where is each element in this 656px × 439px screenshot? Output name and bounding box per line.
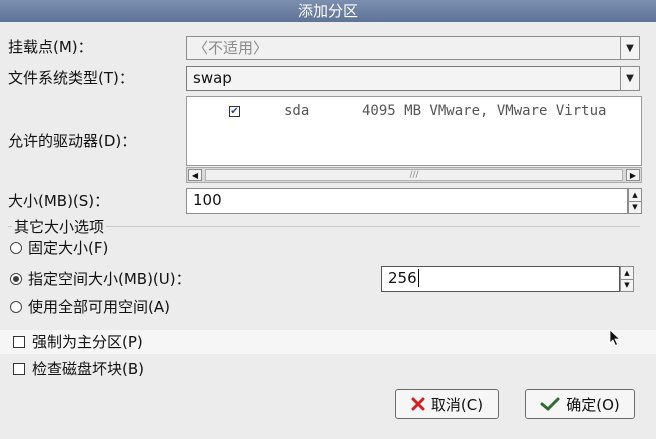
force-primary-checkbox[interactable] <box>13 336 25 348</box>
fs-type-label: 文件系统类型(T)： <box>8 69 134 87</box>
drive-name: sda <box>284 103 310 119</box>
scroll-right-button[interactable]: ▶ <box>626 169 640 181</box>
radio-fixed-size[interactable]: 固定大小(F) <box>8 237 640 259</box>
radio-specify-size[interactable]: 指定空间大小(MB)(U)： <box>8 268 368 290</box>
arrow-left-icon: ◀ <box>191 170 199 180</box>
radio-fill-all[interactable]: 使用全部可用空间(A) <box>8 296 640 318</box>
check-bad-blocks-label: 检查磁盘坏块(B) <box>32 360 144 378</box>
text-caret <box>417 269 419 287</box>
ok-button-label: 确定(O) <box>566 395 620 414</box>
drives-list[interactable]: ✔ sda 4095 MB VMware, VMware Virtua <box>186 96 642 166</box>
spin-down-icon[interactable]: ▼ <box>629 200 641 214</box>
spin-up-icon[interactable]: ▲ <box>621 267 633 279</box>
mount-point-label: 挂载点(M)： <box>8 38 93 56</box>
drives-horizontal-scrollbar[interactable]: ◀ /// ▶ <box>186 167 642 183</box>
scroll-left-button[interactable]: ◀ <box>188 169 202 181</box>
spin-up-icon[interactable]: ▲ <box>629 189 641 201</box>
drives-label: 允许的驱动器(D)： <box>8 132 137 150</box>
scroll-thumb[interactable]: /// <box>205 169 623 181</box>
fs-type-select[interactable]: swap <box>186 66 622 91</box>
fs-type-dropdown-button[interactable]: ▼ <box>620 66 640 91</box>
mouse-pointer-icon <box>609 329 621 347</box>
ok-button[interactable]: 确定(O) <box>525 389 635 419</box>
close-x-icon <box>411 397 425 411</box>
other-size-legend: 其它大小选项 <box>12 216 107 238</box>
radio-selected-dot <box>13 276 19 282</box>
size-spinner[interactable]: ▲ ▼ <box>628 188 642 214</box>
window-title-bar: 添加分区 <box>0 0 656 22</box>
size-label: 大小(MB)(S)： <box>8 192 110 210</box>
radio-fixed-size-control[interactable] <box>10 242 22 254</box>
drive-checkbox[interactable]: ✔ <box>229 106 240 117</box>
table-row[interactable]: ✔ sda 4095 MB VMware, VMware Virtua <box>187 101 641 123</box>
cancel-button[interactable]: 取消(C) <box>395 389 499 419</box>
radio-specify-size-control[interactable] <box>10 273 22 285</box>
window-title: 添加分区 <box>297 2 358 20</box>
force-primary-label: 强制为主分区(P) <box>32 333 143 351</box>
mount-point-dropdown-button[interactable]: ▼ <box>620 36 640 60</box>
max-size-value: 256 <box>388 269 417 287</box>
max-size-spinner[interactable]: ▲ ▼ <box>620 266 634 292</box>
chevron-down-icon: ▼ <box>626 73 634 84</box>
check-bad-blocks-row[interactable]: 检查磁盘坏块(B) <box>0 357 656 381</box>
cancel-button-label: 取消(C) <box>430 395 484 414</box>
max-size-input[interactable]: 256 <box>381 266 620 292</box>
radio-fill-all-label: 使用全部可用空间(A) <box>28 298 170 316</box>
radio-fixed-size-label: 固定大小(F) <box>28 239 109 257</box>
radio-specify-size-label: 指定空间大小(MB)(U)： <box>28 270 191 288</box>
mount-point-combo[interactable]: 〈不适用〉 <box>186 36 622 60</box>
grip-icon: /// <box>409 170 419 180</box>
arrow-right-icon: ▶ <box>629 170 637 180</box>
radio-fill-all-control[interactable] <box>10 301 22 313</box>
check-bad-blocks-checkbox[interactable] <box>13 363 25 375</box>
size-input[interactable]: 100 <box>186 188 628 214</box>
ok-check-icon <box>540 397 560 412</box>
force-primary-row[interactable]: 强制为主分区(P) <box>0 330 656 354</box>
chevron-down-icon: ▼ <box>626 42 634 54</box>
checkmark-icon: ✔ <box>230 106 239 117</box>
spin-down-icon[interactable]: ▼ <box>621 278 633 292</box>
drive-info: 4095 MB VMware, VMware Virtua <box>362 103 607 119</box>
